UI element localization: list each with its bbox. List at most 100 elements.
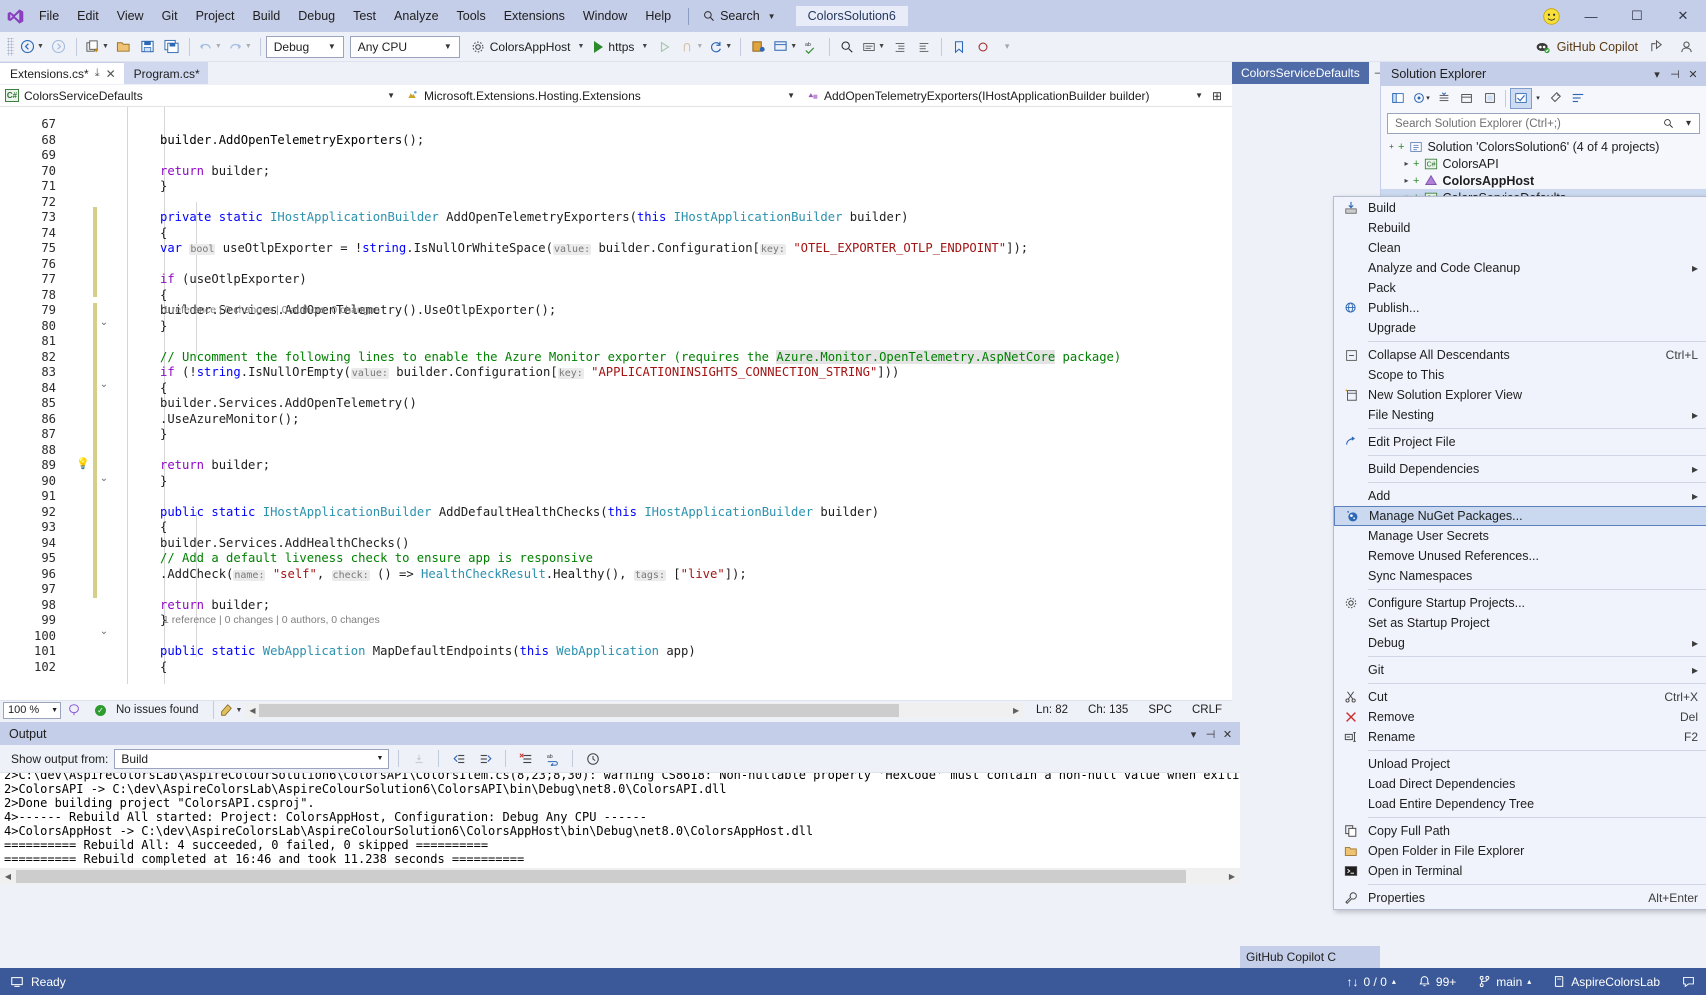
menu-item-configure-startup-projects[interactable]: Configure Startup Projects... [1334,593,1706,613]
menu-tools[interactable]: Tools [448,0,495,32]
tab-extensions-cs[interactable]: Extensions.cs* ⤓ ✕ [0,62,124,84]
code-line[interactable]: var bool useOtlpExporter = !string.IsNul… [160,241,1028,255]
chevron-down-icon[interactable]: ▾ [1680,118,1697,129]
close-icon[interactable]: ✕ [106,67,116,81]
menu-item-publish[interactable]: Publish... [1334,298,1706,318]
window-layout-button[interactable]: ▼ [770,35,800,59]
output-source-combo[interactable]: Build ▼ [114,749,389,769]
menu-item-scope-to-this[interactable]: Scope to This [1334,365,1706,385]
menu-item-sync-namespaces[interactable]: Sync Namespaces [1334,566,1706,586]
type-combo[interactable]: Microsoft.Extensions.Hosting.Extensions … [400,86,800,106]
close-icon[interactable]: ✕ [1684,64,1702,84]
code-line[interactable]: if (!string.IsNullOrEmpty(value: builder… [160,365,899,379]
bookmark-button[interactable] [947,35,971,59]
notifications-cell[interactable]: 99+ [1407,968,1467,995]
hscroll-thumb[interactable] [259,704,899,717]
find-button[interactable] [835,35,859,59]
menu-item-rename[interactable]: RenameF2 [1334,727,1706,747]
project-context-menu[interactable]: BuildRebuildCleanAnalyze and Code Cleanu… [1333,196,1706,910]
save-all-button[interactable] [160,35,184,59]
menu-edit[interactable]: Edit [68,0,108,32]
navigate-backward-button[interactable]: ▼ [17,35,47,59]
solution-explorer-views-icon[interactable]: ▾ [1410,88,1432,109]
restart-button[interactable]: ▼ [706,35,735,59]
code-line[interactable]: return builder; [160,164,270,178]
share-icon[interactable] [1644,35,1668,59]
search-button[interactable]: Search ▼ [697,5,782,27]
zoom-combo[interactable]: 100 % ▼ [3,702,61,719]
collapse-chevron-icon[interactable]: ⌄ [98,626,110,637]
scroll-right-icon[interactable]: ▶ [1009,706,1023,715]
indent-button[interactable] [912,35,936,59]
code-line[interactable]: .AddCheck(name: "self", check: () => Hea… [160,567,747,581]
search-icon[interactable] [1663,118,1680,129]
code-line[interactable]: { [160,288,167,302]
pending-changes-cell[interactable]: ↑↓ 0 / 0 ▴ [1336,968,1407,995]
pin-icon[interactable]: ⊣ [1666,64,1684,84]
next-message-icon[interactable] [475,748,496,769]
code-line[interactable]: } [160,179,167,193]
active-document-chip[interactable]: ColorsServiceDefaults [1232,62,1369,84]
menu-test[interactable]: Test [344,0,385,32]
show-all-files-icon[interactable] [1456,88,1478,109]
menu-build[interactable]: Build [243,0,289,32]
code-line[interactable]: } [160,427,167,441]
close-icon[interactable]: ✕ [1219,724,1236,744]
hscroll-track[interactable] [259,704,1009,717]
toggle-breakpoint-button[interactable] [971,35,995,59]
maximize-button[interactable]: ☐ [1614,0,1660,32]
tree-item-colorsapi[interactable]: ▸+C#ColorsAPI [1381,155,1706,172]
solution-configuration-combo[interactable]: Debug ▼ [266,36,344,58]
menu-item-manage-nuget-packages[interactable]: Manage NuGet Packages... [1334,506,1706,526]
menu-item-build[interactable]: Build [1334,198,1706,218]
menu-item-debug[interactable]: Debug▸ [1334,633,1706,653]
codelens-line-73[interactable]: 1 reference | 0 changes | 0 authors, 0 c… [163,304,380,316]
close-button[interactable]: ✕ [1660,0,1706,32]
expander-expand-icon[interactable]: ▸ [1400,176,1413,185]
feedback-cell[interactable] [1671,968,1706,995]
save-button[interactable] [136,35,160,59]
menu-item-git[interactable]: Git▸ [1334,660,1706,680]
tree-item-solution-colorssolution6-4-of-4-projects[interactable]: ++Solution 'ColorsSolution6' (4 of 4 pro… [1381,138,1706,155]
code-line[interactable]: } [160,474,167,488]
chevron-down-icon[interactable]: ▾ [1185,724,1202,744]
menu-item-open-in-terminal[interactable]: Open in Terminal [1334,861,1706,881]
branch-cell[interactable]: main ▴ [1467,968,1542,995]
menu-item-new-solution-explorer-view[interactable]: New Solution Explorer View [1334,385,1706,405]
solution-explorer-search-input[interactable]: Search Solution Explorer (Ctrl+;) ▾ [1387,113,1700,134]
tab-program-cs[interactable]: Program.cs* [124,62,208,84]
menu-item-properties[interactable]: PropertiesAlt+Enter [1334,888,1706,908]
menu-help[interactable]: Help [636,0,680,32]
start-without-debugging-button[interactable] [653,35,677,59]
menu-item-cut[interactable]: CutCtrl+X [1334,687,1706,707]
menu-item-load-direct-dependencies[interactable]: Load Direct Dependencies [1334,774,1706,794]
expand-navbar-icon[interactable]: ⊞ [1208,85,1226,107]
menu-item-manage-user-secrets[interactable]: Manage User Secrets [1334,526,1706,546]
open-file-button[interactable] [112,35,136,59]
code-line[interactable]: { [160,520,167,534]
code-cleanup-icon[interactable] [219,703,233,717]
menu-item-open-folder-in-file-explorer[interactable]: Open Folder in File Explorer [1334,841,1706,861]
menu-view[interactable]: View [108,0,153,32]
menu-item-clean[interactable]: Clean [1334,238,1706,258]
menu-item-collapse-all-descendants[interactable]: Collapse All DescendantsCtrl+L [1334,345,1706,365]
code-line[interactable]: return builder; [160,598,270,612]
toggle-word-wrap-icon[interactable]: ab [542,748,563,769]
menu-item-upgrade[interactable]: Upgrade [1334,318,1706,338]
menu-item-load-entire-dependency-tree[interactable]: Load Entire Dependency Tree [1334,794,1706,814]
toggle-timestamps-icon[interactable] [582,748,603,769]
solution-explorer-home-icon[interactable] [1387,88,1409,109]
account-icon[interactable] [1674,35,1698,59]
new-project-button[interactable]: ▼ [82,35,112,59]
repository-cell[interactable]: AspireColorsLab [1542,968,1671,995]
member-combo[interactable]: AddOpenTelemetryExporters(IHostApplicati… [800,86,1208,106]
chevron-down-icon[interactable]: ▼ [235,707,242,714]
menu-analyze[interactable]: Analyze [385,0,447,32]
scroll-left-icon[interactable]: ◀ [0,872,16,881]
pending-changes-filter-icon[interactable] [1567,88,1589,109]
go-to-message-icon[interactable] [408,748,429,769]
outdent-button[interactable] [888,35,912,59]
live-share-button[interactable] [746,35,770,59]
code-line[interactable]: builder.AddOpenTelemetryExporters(); [160,133,424,147]
toolbar-grip[interactable] [7,38,14,56]
